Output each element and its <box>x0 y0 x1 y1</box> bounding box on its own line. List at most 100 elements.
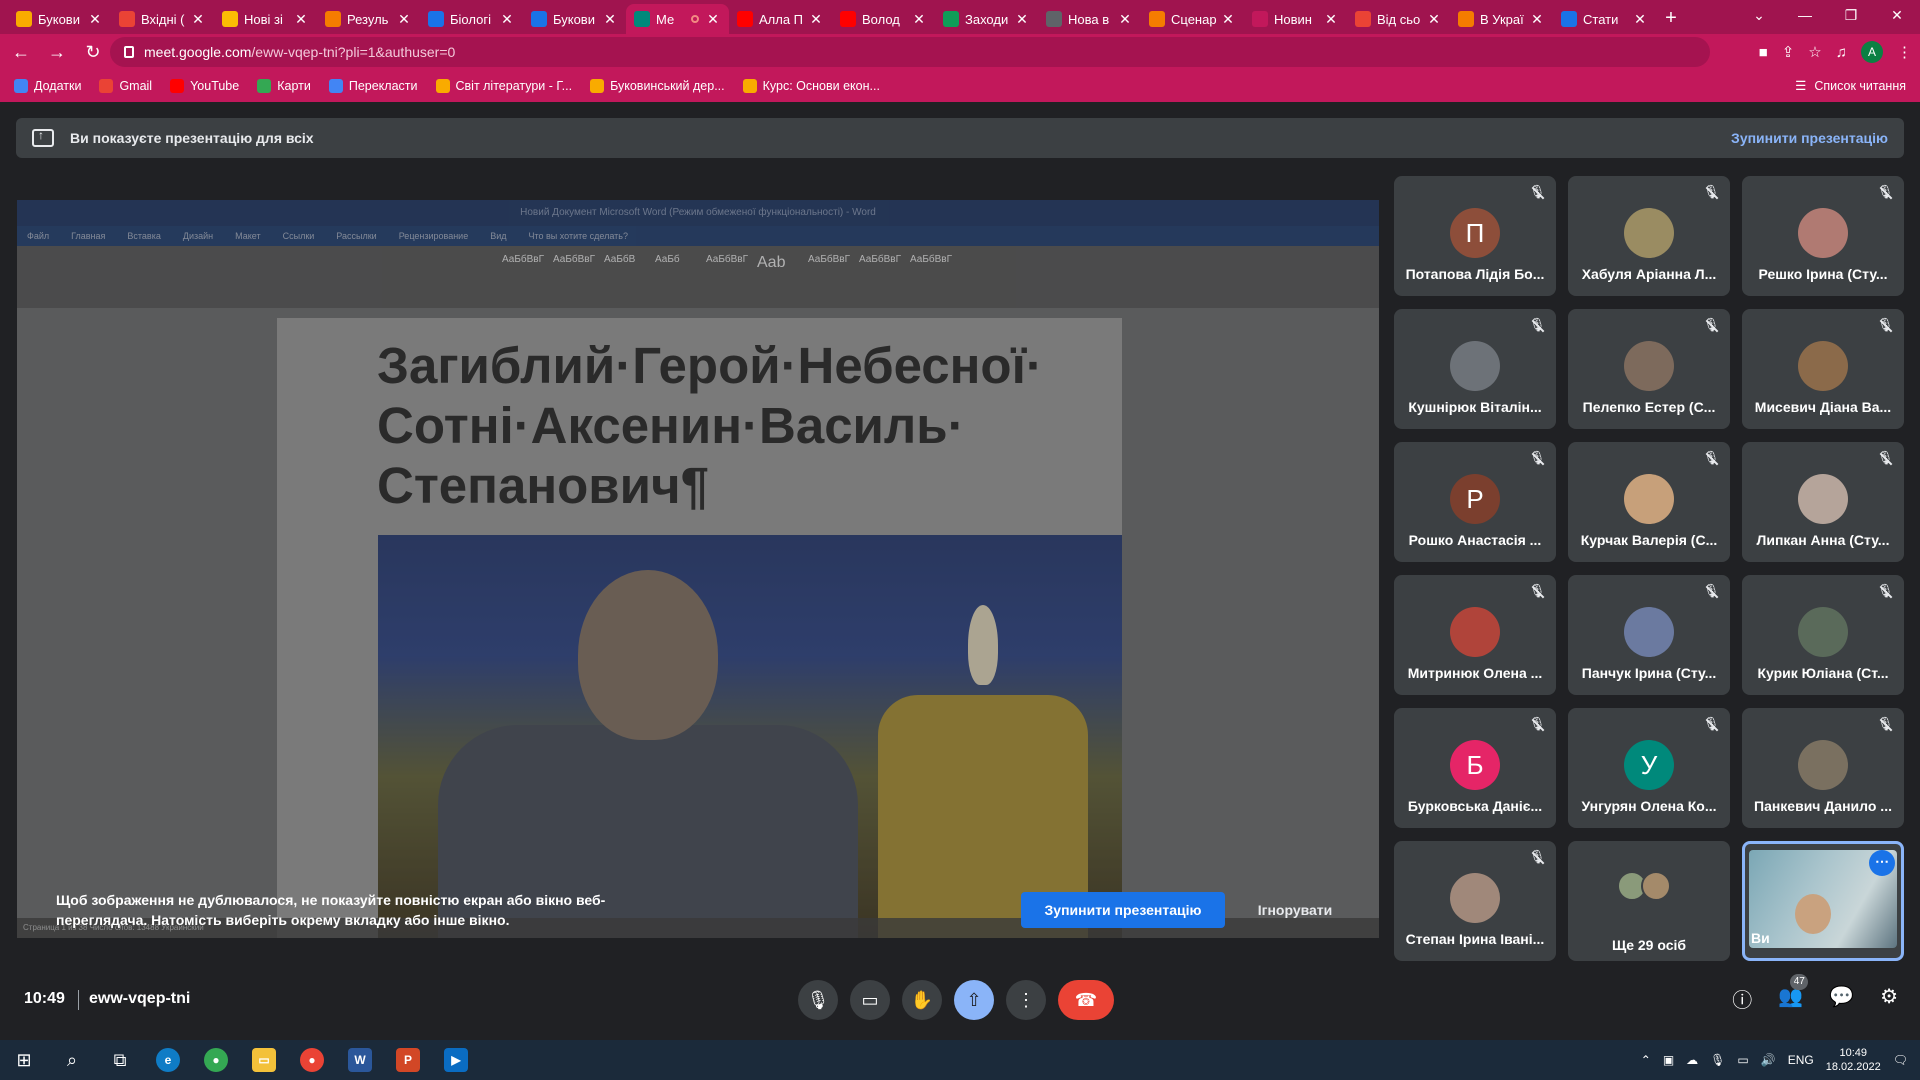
tab-close-icon[interactable]: ✕ <box>87 11 103 28</box>
browser-tab[interactable]: Алла П ✕ <box>729 4 832 34</box>
camera-icon[interactable]: ■ <box>1759 44 1768 61</box>
tab-close-icon[interactable]: ✕ <box>293 11 309 28</box>
people-button[interactable]: 👥 47 <box>1778 974 1809 1013</box>
ignore-button[interactable]: Ігнорувати <box>1240 892 1350 928</box>
volume-icon[interactable]: 🔊 <box>1761 1053 1776 1067</box>
task-view-button[interactable]: ⧉ <box>96 1040 144 1080</box>
browser-tab[interactable]: Від сьо ✕ <box>1347 4 1450 34</box>
browser-tab[interactable]: Нова в ✕ <box>1038 4 1141 34</box>
minimize-button[interactable]: — <box>1782 0 1828 30</box>
reload-button[interactable]: ↻ <box>78 37 108 67</box>
word-button[interactable]: W <box>336 1040 384 1080</box>
meet-tray-icon[interactable]: ▣ <box>1663 1053 1674 1067</box>
browser-tab[interactable]: Вхідні (✕ <box>111 4 214 34</box>
browser-tab[interactable]: Нові зі ✕ <box>214 4 317 34</box>
microphone-button[interactable]: 🎙 <box>798 980 838 1020</box>
address-bar[interactable]: meet.google.com/eww-vqep-tni?pli=1&authu… <box>110 37 1710 67</box>
tab-close-icon[interactable]: ✕ <box>1117 11 1133 28</box>
new-tab-button[interactable]: + <box>1656 4 1686 34</box>
mic-tray-icon[interactable]: 🎙 <box>1710 1053 1725 1067</box>
browser-tab[interactable]: Ме ✕ <box>626 4 729 34</box>
present-screen-button[interactable]: ⇧ <box>954 980 994 1020</box>
browser-tab[interactable]: Стати ✕ <box>1553 4 1656 34</box>
participant-tile[interactable]: 🎙 Степан Ірина Івані... <box>1394 841 1556 961</box>
tab-close-icon[interactable]: ✕ <box>1632 11 1648 28</box>
forward-button[interactable]: → <box>42 37 72 67</box>
participant-tile[interactable]: 🎙 Митринюк Олена ... <box>1394 575 1556 695</box>
tray-overflow-icon[interactable]: ⌃ <box>1641 1053 1651 1067</box>
browser-tab[interactable]: Новин ✕ <box>1244 4 1347 34</box>
close-window-button[interactable]: ✕ <box>1874 0 1920 30</box>
tab-close-icon[interactable]: ✕ <box>190 11 206 28</box>
bookmark-item[interactable]: Буковинський дер... <box>590 79 725 93</box>
search-button[interactable]: ⌕ <box>48 1040 96 1080</box>
raise-hand-button[interactable]: ✋ <box>902 980 942 1020</box>
notifications-icon[interactable]: 🗨 <box>1893 1053 1908 1067</box>
tab-close-icon[interactable]: ✕ <box>602 11 618 28</box>
edge-button[interactable]: e <box>144 1040 192 1080</box>
bookmark-item[interactable]: Світ літератури - Г... <box>435 79 572 93</box>
bookmark-item[interactable]: YouTube <box>170 79 239 93</box>
file-explorer-button[interactable]: ▭ <box>240 1040 288 1080</box>
browser-tab[interactable]: Резуль ✕ <box>317 4 420 34</box>
participant-tile[interactable]: 🎙 Панкевич Данило ... <box>1742 708 1904 828</box>
browser-tab[interactable]: Заходи ✕ <box>935 4 1038 34</box>
participant-tile[interactable]: 🎙 Курик Юліана (Ст... <box>1742 575 1904 695</box>
self-video-tile[interactable]: ⋯ Ви <box>1742 841 1904 961</box>
chrome-button[interactable]: ● <box>288 1040 336 1080</box>
tab-close-icon[interactable]: ✕ <box>499 11 515 28</box>
browser-tab[interactable]: В Украї ✕ <box>1450 4 1553 34</box>
tab-close-icon[interactable]: ✕ <box>1323 11 1339 28</box>
meeting-details-icon[interactable]: ⓘ <box>1732 984 1752 1013</box>
participant-tile[interactable]: 🎙 У Унгурян Олена Ко... <box>1568 708 1730 828</box>
movie-maker-button[interactable]: ▶ <box>432 1040 480 1080</box>
reading-list-button[interactable]: ☰ Список читання <box>1795 78 1906 94</box>
tab-close-icon[interactable]: ✕ <box>1426 11 1442 28</box>
stop-presenting-button[interactable]: Зупинити презентацію <box>1021 892 1225 928</box>
browser-tab[interactable]: Сценар ✕ <box>1141 4 1244 34</box>
browser-tab[interactable]: Букови ✕ <box>8 4 111 34</box>
bookmark-item[interactable]: Перекласти <box>328 79 418 93</box>
tab-close-icon[interactable]: ✕ <box>1014 11 1030 28</box>
tab-close-icon[interactable]: ✕ <box>396 11 412 28</box>
share-icon[interactable]: ⇪ <box>1782 43 1795 61</box>
chrome-profile-button[interactable]: ● <box>192 1040 240 1080</box>
participant-tile[interactable]: 🎙 Кушнірюк Віталін... <box>1394 309 1556 429</box>
tab-close-icon[interactable]: ✕ <box>705 11 721 28</box>
tab-close-icon[interactable]: ✕ <box>1529 11 1545 28</box>
tab-search-icon[interactable]: ⌄ <box>1736 0 1782 30</box>
participant-tile[interactable]: 🎙 Панчук Ірина (Сту... <box>1568 575 1730 695</box>
banner-stop-presenting-button[interactable]: Зупинити презентацію <box>1731 130 1888 146</box>
participant-tile[interactable]: 🎙 Пелепко Естер (С... <box>1568 309 1730 429</box>
bookmark-star-icon[interactable]: ☆ <box>1808 43 1821 61</box>
tab-close-icon[interactable]: ✕ <box>911 11 927 28</box>
browser-tab[interactable]: Біологі ✕ <box>420 4 523 34</box>
battery-icon[interactable]: ▭ <box>1737 1053 1748 1067</box>
tile-options-button[interactable]: ⋯ <box>1869 850 1895 876</box>
taskbar-clock[interactable]: 10:49 18.02.2022 <box>1826 1046 1881 1074</box>
onedrive-icon[interactable]: ☁ <box>1686 1053 1698 1067</box>
participant-tile[interactable]: 🎙 Р Рошко Анастасія ... <box>1394 442 1556 562</box>
camera-button[interactable]: ▭ <box>850 980 890 1020</box>
participant-tile[interactable]: 🎙 Липкан Анна (Сту... <box>1742 442 1904 562</box>
leave-call-button[interactable]: ☎ <box>1058 980 1114 1020</box>
bookmark-item[interactable]: Gmail <box>99 79 152 93</box>
participant-tile[interactable]: 🎙 Решко Ірина (Сту... <box>1742 176 1904 296</box>
back-button[interactable]: ← <box>6 37 36 67</box>
browser-tab[interactable]: Букови ✕ <box>523 4 626 34</box>
participant-tile[interactable]: 🎙 Хабуля Аріанна Л... <box>1568 176 1730 296</box>
bookmark-item[interactable]: Карти <box>257 79 311 93</box>
activities-icon[interactable]: ⚙ <box>1880 984 1898 1013</box>
participant-tile[interactable]: 🎙 П Потапова Лідія Бо... <box>1394 176 1556 296</box>
tab-close-icon[interactable]: ✕ <box>808 11 824 28</box>
more-participants-tile[interactable]: Ще 29 осіб <box>1568 841 1730 961</box>
profile-avatar[interactable]: A <box>1861 41 1883 63</box>
media-control-icon[interactable]: ♫ <box>1836 44 1847 61</box>
language-indicator[interactable]: ENG <box>1788 1053 1814 1067</box>
restore-button[interactable]: ❐ <box>1828 0 1874 30</box>
start-button[interactable]: ⊞ <box>0 1040 48 1080</box>
participant-tile[interactable]: 🎙 Мисевич Діана Ва... <box>1742 309 1904 429</box>
more-options-button[interactable]: ⋮ <box>1006 980 1046 1020</box>
bookmark-item[interactable]: Курс: Основи екон... <box>742 79 880 93</box>
participant-tile[interactable]: 🎙 Курчак Валерія (С... <box>1568 442 1730 562</box>
